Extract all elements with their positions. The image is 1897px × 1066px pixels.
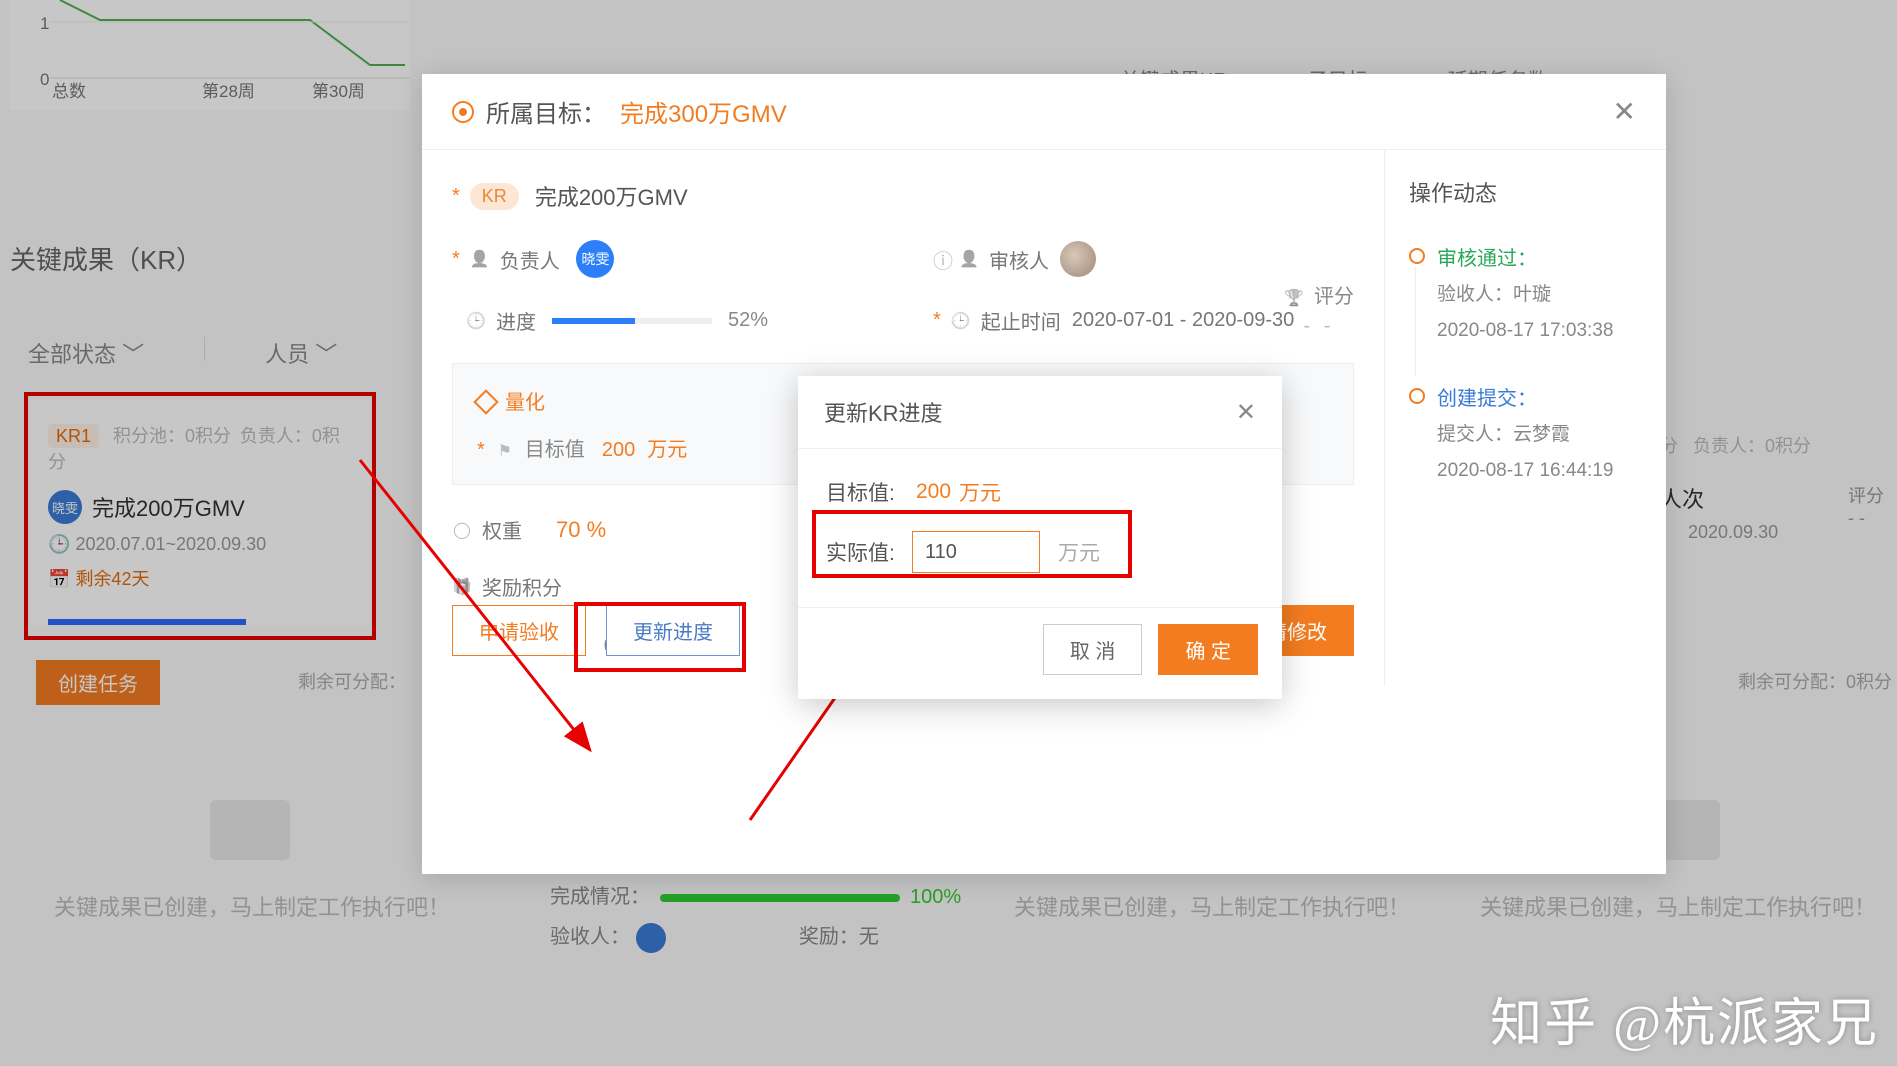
owner-label: 负责人 [500,245,560,274]
quant-title: 量化 [505,392,545,414]
time-value: 2020-07-01 - 2020-09-30 [1072,309,1294,332]
trophy-icon [1284,288,1304,308]
clock-icon [951,311,971,331]
weight-value: 70 % [556,517,606,543]
required-mark: * [452,185,460,208]
target-row: 目标值: 200 万元 [826,477,1254,507]
target-val-num: 200 [602,439,635,461]
sm-target-label: 目标值: [826,477,912,507]
submodal-footer: 取 消 确 定 [798,607,1282,699]
weight-label: 权重 [482,515,522,544]
kr-badge: KR [470,183,519,210]
owner-avatar[interactable]: 晓雯 [576,240,614,278]
update-kr-modal: 更新KR进度 ✕ 目标值: 200 万元 实际值: 万元 取 消 确 定 [798,376,1282,699]
target-icon [452,101,474,123]
watermark: 知乎 @杭派家兄 [1490,981,1879,1056]
annotation-box-3 [812,510,1132,578]
sm-target-num: 200 [916,480,951,504]
progress-label: 进度 [496,306,536,335]
activity-item: 审核通过： 验收人：叶璇 2020-08-17 17:03:38 [1409,242,1642,342]
info-icon: ⓘ [933,245,953,274]
annotation-box-2 [574,602,746,672]
activity-time: 2020-08-17 17:03:38 [1437,320,1642,342]
submodal-title: 更新KR进度 [824,396,943,428]
circle-icon [452,520,472,540]
sm-cancel-button[interactable]: 取 消 [1043,624,1143,675]
score-value: - - [1284,315,1354,338]
kr-name: 完成200万GMV [535,180,688,212]
activity-item: 创建提交： 提交人：云梦霞 2020-08-17 16:44:19 [1409,382,1642,482]
gift-icon [452,577,472,597]
score-block: 评分 - - [1284,280,1354,338]
progress-pct: 52% [728,309,768,332]
target-label: 所属目标： [486,94,606,129]
time-label: 起止时间 [981,306,1061,335]
clock-icon [466,311,486,331]
progress-bar [552,318,712,324]
activity-approved: 审核通过： [1437,242,1642,271]
sm-target-unit: 万元 [959,477,1001,507]
target-val-unit: 万元 [647,439,687,461]
score-label: 评分 [1314,286,1354,308]
target-value: 完成300万GMV [620,94,787,129]
target-val-label: 目标值 [525,439,585,461]
activity-time: 2020-08-17 16:44:19 [1437,460,1642,482]
sm-confirm-button[interactable]: 确 定 [1158,624,1258,675]
close-icon[interactable]: ✕ [1613,95,1636,128]
user-icon [470,249,490,269]
flag-icon [495,441,515,461]
user-icon [959,249,979,269]
diamond-icon [473,389,498,414]
reviewer-avatar[interactable] [1060,241,1096,277]
reward-label: 奖励积分 [482,572,562,601]
close-icon[interactable]: ✕ [1236,398,1256,427]
submodal-header: 更新KR进度 ✕ [798,376,1282,449]
apply-accept-button[interactable]: 申请验收 [452,605,586,656]
modal-header: 所属目标： 完成300万GMV ✕ [422,74,1666,150]
activity-title: 操作动态 [1409,176,1642,208]
activity-panel: 操作动态 审核通过： 验收人：叶璇 2020-08-17 17:03:38 创建… [1384,150,1666,686]
activity-submitted: 创建提交： [1437,382,1642,411]
reviewer-label: 审核人 [989,245,1049,274]
